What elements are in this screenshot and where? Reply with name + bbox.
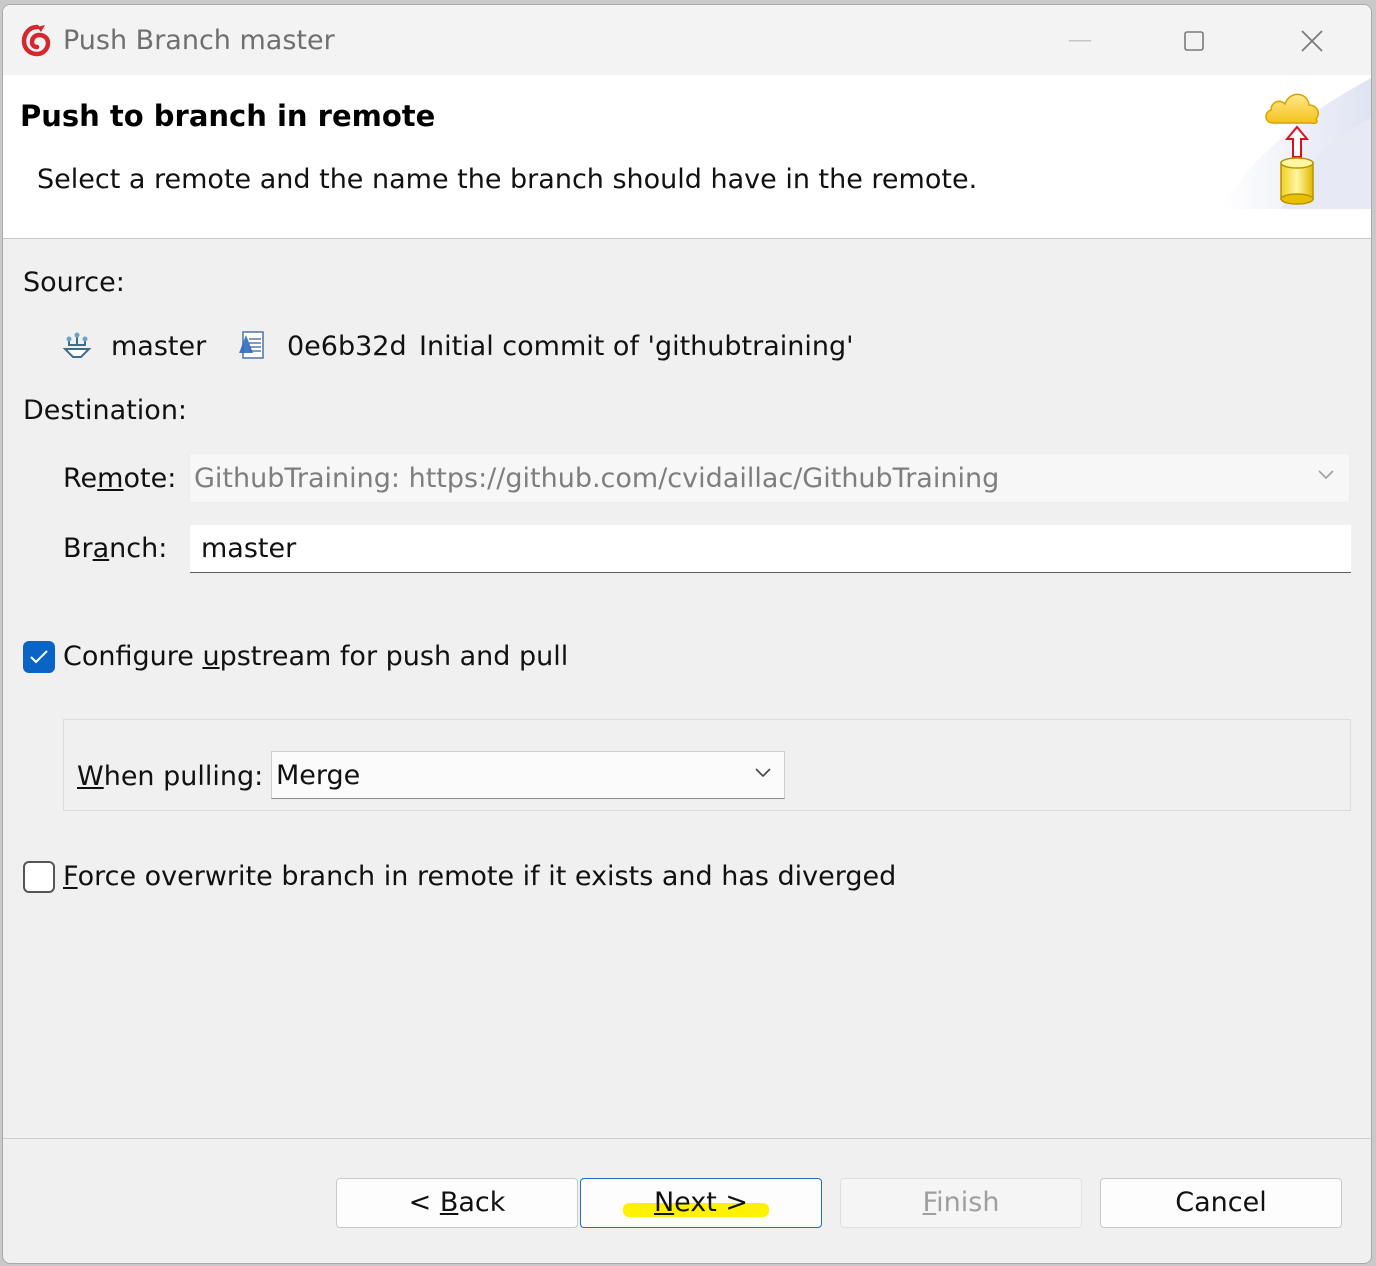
- source-label: Source:: [23, 267, 125, 298]
- finish-button[interactable]: Finish: [840, 1178, 1082, 1228]
- app-icon: [21, 24, 51, 57]
- remote-select[interactable]: GithubTraining: https://github.com/cvida…: [189, 453, 1350, 503]
- configure-upstream-label[interactable]: Configure upstream for push and pull: [63, 641, 568, 672]
- branch-name-input[interactable]: [190, 525, 1351, 573]
- branch-icon: [62, 332, 92, 358]
- back-button[interactable]: < Back: [336, 1178, 578, 1228]
- minimize-button[interactable]: [1055, 19, 1105, 63]
- footer-separator: [3, 1138, 1371, 1139]
- when-pulling-select[interactable]: Merge: [271, 751, 785, 799]
- maximize-icon: [1184, 31, 1204, 51]
- close-button[interactable]: [1287, 19, 1337, 63]
- close-icon: [1301, 30, 1323, 52]
- configure-upstream-checkbox[interactable]: [23, 641, 55, 673]
- force-overwrite-label[interactable]: Force overwrite branch in remote if it e…: [63, 861, 896, 892]
- destination-label: Destination:: [23, 395, 188, 426]
- window-title: Push Branch master: [63, 25, 335, 56]
- source-commit-message: Initial commit of 'githubtraining': [419, 331, 854, 362]
- remote-label: Remote:: [63, 463, 177, 494]
- maximize-button[interactable]: [1169, 19, 1219, 63]
- checkmark-icon: [30, 650, 48, 664]
- remote-select-value: GithubTraining: https://github.com/cvida…: [194, 463, 1000, 494]
- page-description: Select a remote and the name the branch …: [37, 164, 978, 195]
- push-cloud-banner-icon: [1221, 78, 1371, 209]
- source-commit-id: 0e6b32d: [287, 331, 407, 362]
- title-bar[interactable]: Push Branch master: [3, 5, 1371, 75]
- branch-label: Branch:: [63, 533, 168, 564]
- chevron-down-icon: [1318, 470, 1334, 480]
- minimize-icon: [1069, 40, 1091, 42]
- when-pulling-value: Merge: [276, 760, 361, 791]
- commit-icon: [239, 331, 264, 359]
- when-pulling-label: When pulling:: [77, 761, 264, 792]
- push-branch-dialog: Push Branch master Push to branch in rem…: [2, 4, 1372, 1264]
- chevron-down-icon: [755, 768, 771, 778]
- wizard-header: Push to branch in remote Select a remote…: [3, 75, 1371, 239]
- next-button[interactable]: Next >: [580, 1178, 822, 1228]
- force-overwrite-checkbox[interactable]: [23, 861, 55, 893]
- source-branch-name: master: [111, 331, 207, 362]
- cancel-button[interactable]: Cancel: [1100, 1178, 1342, 1228]
- page-title: Push to branch in remote: [20, 99, 436, 133]
